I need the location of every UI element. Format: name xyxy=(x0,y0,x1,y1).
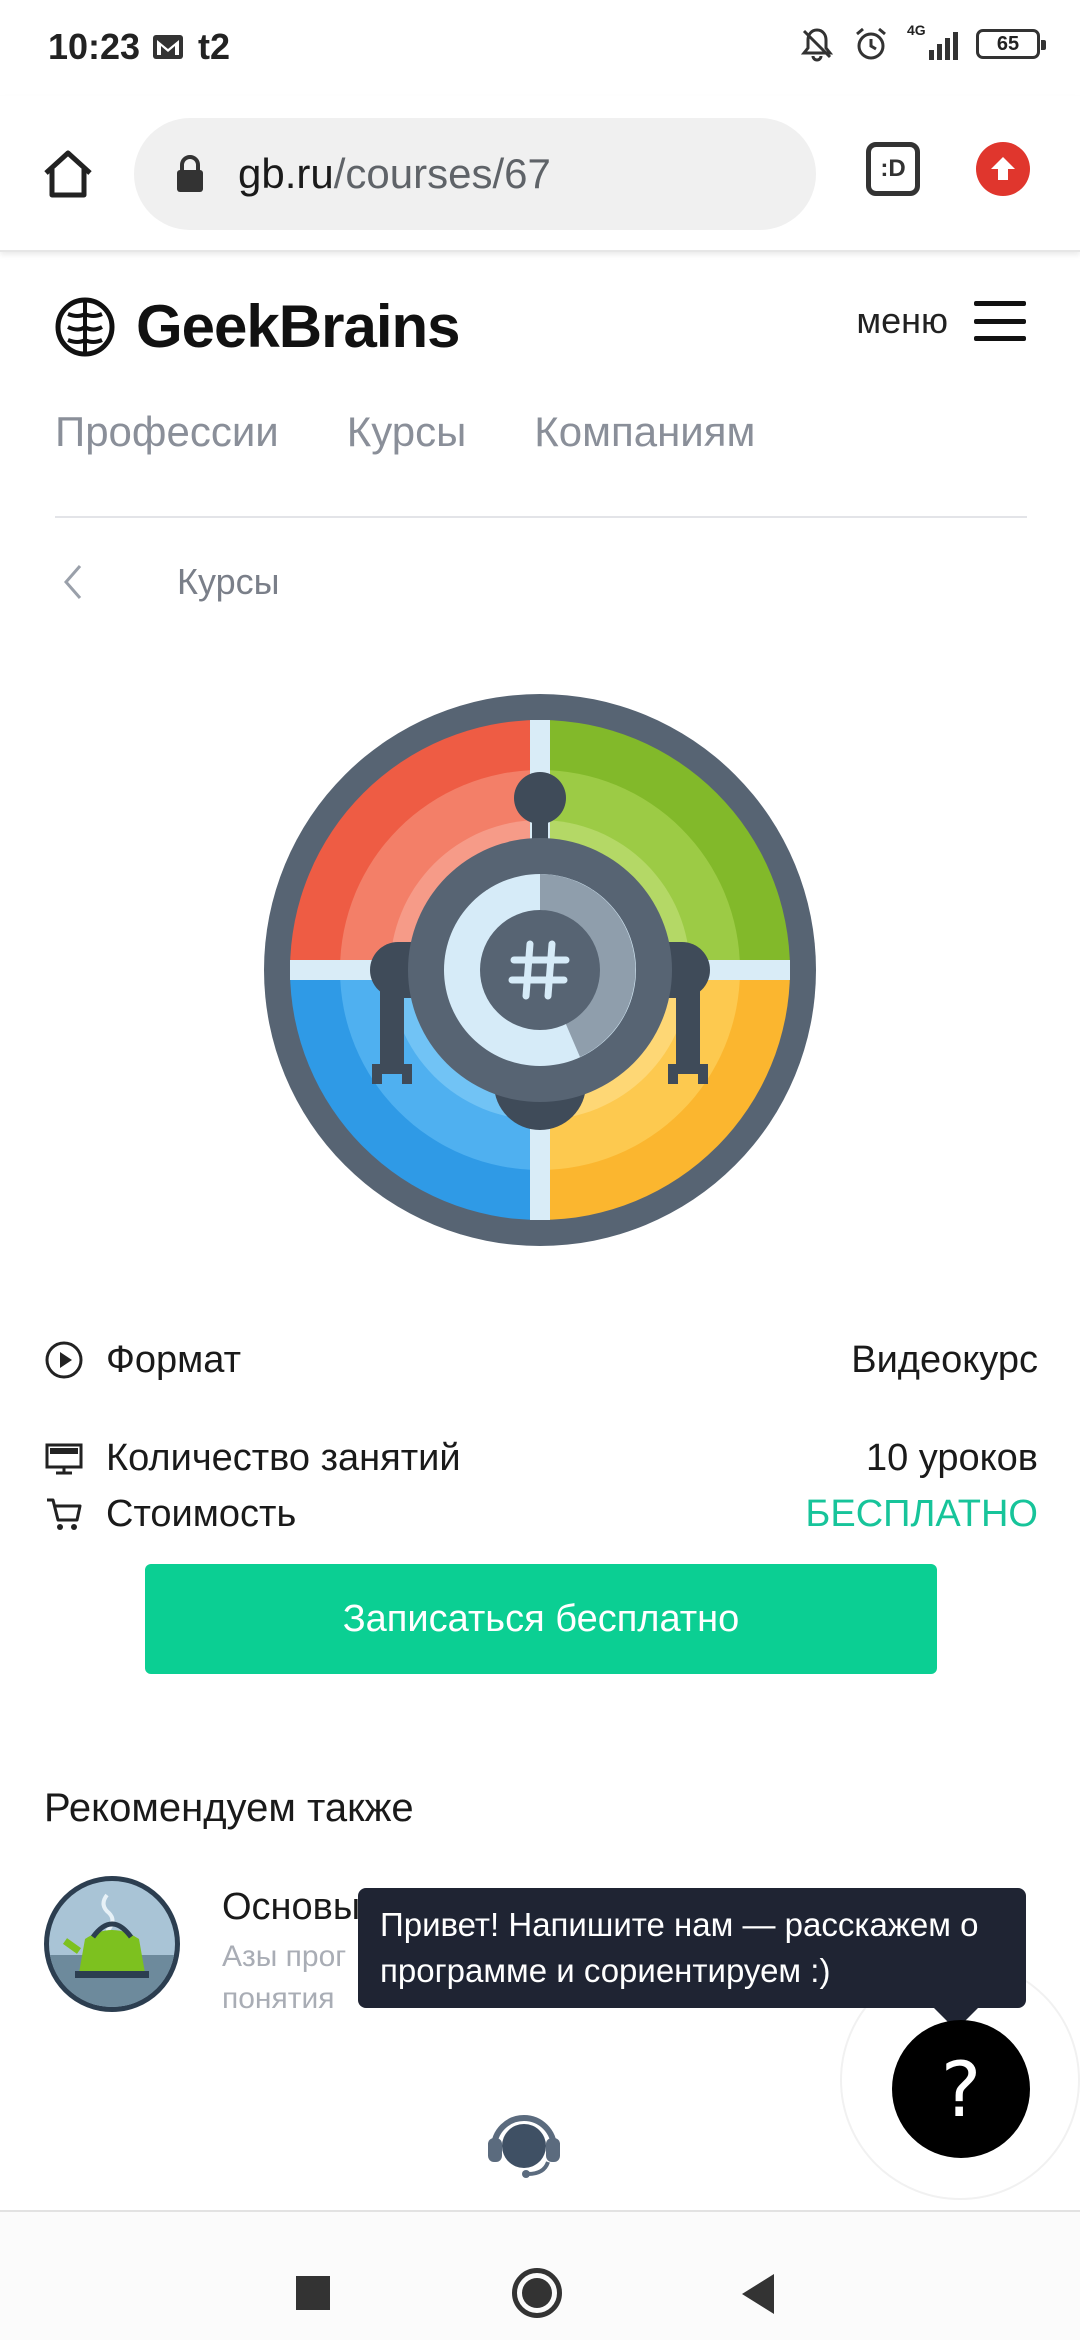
format-label: Формат xyxy=(106,1338,241,1381)
battery-icon: 65 xyxy=(976,29,1046,59)
status-time: 10:23 xyxy=(48,26,141,67)
site-header: GeekBrains меню xyxy=(0,252,1080,402)
status-system-icons: 4G 65 xyxy=(799,22,1046,62)
network-type: 4G xyxy=(907,22,926,38)
tabs-button[interactable]: :D xyxy=(866,142,920,196)
url-domain: gb.ru xyxy=(238,150,334,197)
home-button[interactable] xyxy=(36,142,100,206)
recommended-course-title[interactable]: Основы xyxy=(222,1886,360,1929)
price-value: БЕСПЛАТНО xyxy=(805,1492,1038,1535)
system-navigation-bar xyxy=(0,2210,1080,2340)
top-nav: Профессии Курсы Компаниям xyxy=(55,408,755,456)
play-circle-icon xyxy=(44,1340,84,1380)
arrow-up-icon xyxy=(991,157,1015,180)
lessons-value: 10 уроков xyxy=(865,1436,1038,1479)
logo-text: GeekBrains xyxy=(136,293,461,360)
update-button[interactable] xyxy=(976,142,1030,196)
kettle-icon xyxy=(49,1881,175,2007)
alarm-icon xyxy=(856,27,886,60)
signal-icon: 4G xyxy=(907,22,958,60)
status-bar: 10:23 t2 4G 65 xyxy=(0,0,1080,96)
kettle-course-avatar xyxy=(44,1876,180,2012)
recents-button[interactable] xyxy=(296,2276,330,2310)
url-text: gb.ru/courses/67 xyxy=(238,150,551,198)
breadcrumb[interactable]: Курсы xyxy=(55,560,279,604)
info-row-price: Стоимость БЕСПЛАТНО xyxy=(44,1486,1038,1542)
menu-button[interactable]: меню xyxy=(856,300,1026,342)
enroll-free-button[interactable]: Записаться бесплатно xyxy=(145,1564,937,1674)
format-value: Видеокурс xyxy=(851,1338,1038,1381)
course-illustration xyxy=(264,694,816,1246)
hamburger-icon xyxy=(974,301,1026,341)
price-label: Стоимость xyxy=(106,1492,297,1535)
nav-item-professions[interactable]: Профессии xyxy=(55,408,279,456)
menu-label: меню xyxy=(856,300,948,341)
gmail-icon xyxy=(153,35,183,59)
info-row-lessons: Количество занятий 10 уроков xyxy=(44,1430,1038,1486)
chevron-left-icon[interactable] xyxy=(55,560,91,604)
lessons-label: Количество занятий xyxy=(106,1436,461,1479)
home-icon xyxy=(44,150,92,198)
cart-icon xyxy=(44,1494,84,1534)
home-system-button[interactable] xyxy=(512,2268,562,2318)
url-path: /courses/67 xyxy=(333,150,551,197)
back-button[interactable] xyxy=(742,2274,774,2314)
browser-toolbar: gb.ru/courses/67 :D xyxy=(0,96,1080,252)
lock-icon xyxy=(170,148,210,200)
bell-off-icon xyxy=(800,28,834,62)
address-bar[interactable]: gb.ru/courses/67 xyxy=(134,118,816,230)
breadcrumb-label[interactable]: Курсы xyxy=(177,561,279,603)
info-row-format: Формат Видеокурс xyxy=(44,1332,1038,1388)
status-notification-icons: t2 xyxy=(152,26,230,68)
nav-divider xyxy=(55,516,1027,518)
monitor-icon xyxy=(44,1438,84,1478)
site-logo[interactable]: GeekBrains xyxy=(54,292,461,361)
carrier-label: t2 xyxy=(198,26,231,67)
nav-item-courses[interactable]: Курсы xyxy=(347,408,467,456)
help-chat-button[interactable]: ? xyxy=(892,2020,1030,2158)
support-headset-icon[interactable] xyxy=(484,2108,564,2180)
recommend-title: Рекомендуем также xyxy=(44,1786,414,1830)
brain-logo-icon xyxy=(55,297,115,356)
nav-item-companies[interactable]: Компаниям xyxy=(534,408,755,456)
chat-tooltip[interactable]: Привет! Напишите нам — расскажем о прогр… xyxy=(358,1888,1026,2030)
